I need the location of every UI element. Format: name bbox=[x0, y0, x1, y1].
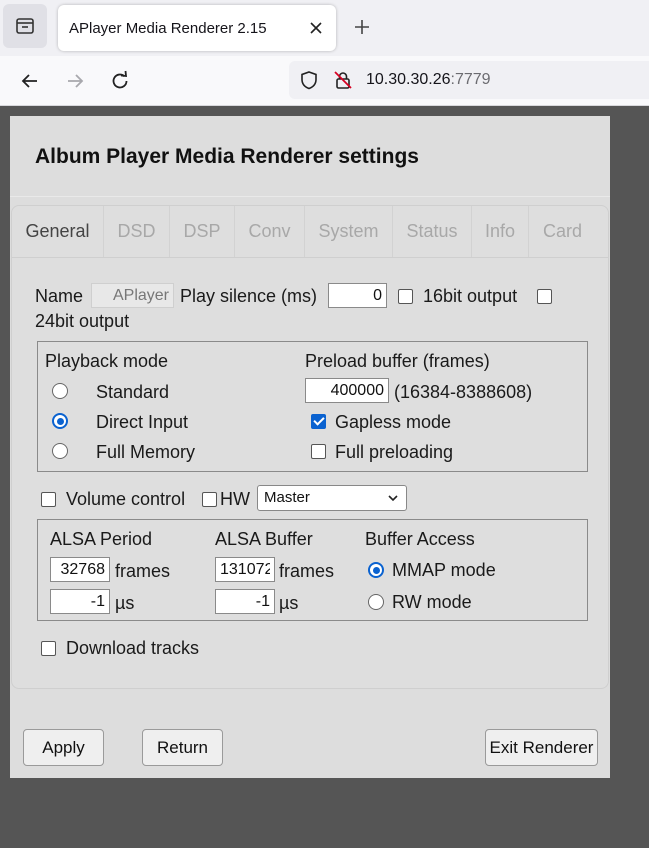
16bit-output-checkbox[interactable] bbox=[398, 289, 413, 304]
play-silence-label: Play silence (ms) bbox=[180, 286, 318, 306]
name-input[interactable] bbox=[91, 283, 174, 308]
tab-status-label: Status bbox=[406, 221, 458, 241]
alsa-period-frames-unit: frames bbox=[115, 561, 171, 581]
tab-general[interactable]: General bbox=[12, 206, 104, 257]
forward-arrow-icon[interactable] bbox=[61, 67, 89, 95]
tab-conv[interactable]: Conv bbox=[235, 206, 305, 257]
url-bar[interactable]: 10.30.30.26:7779 bbox=[289, 61, 649, 99]
alsa-buffer-frames-input[interactable] bbox=[215, 557, 275, 582]
preload-buffer-label: Preload buffer (frames) bbox=[305, 351, 490, 371]
playback-direct-input-radio[interactable] bbox=[52, 413, 68, 429]
tab-status[interactable]: Status bbox=[393, 206, 472, 257]
tab-system[interactable]: System bbox=[305, 206, 393, 257]
preload-range-hint: (16384-8388608) bbox=[394, 382, 533, 402]
new-tab-plus-icon[interactable] bbox=[348, 13, 376, 41]
full-preloading-checkbox[interactable] bbox=[311, 444, 326, 459]
alsa-period-frames-input[interactable] bbox=[50, 557, 110, 582]
url-port: :7779 bbox=[450, 71, 491, 88]
tab-dsp[interactable]: DSP bbox=[170, 206, 235, 257]
tab-system-label: System bbox=[318, 221, 379, 241]
alsa-period-us-input[interactable] bbox=[50, 589, 110, 614]
title-divider bbox=[10, 196, 610, 197]
alsa-period-us-unit: µs bbox=[115, 593, 135, 613]
download-tracks-label: Download tracks bbox=[66, 638, 200, 658]
playback-standard-label: Standard bbox=[96, 382, 170, 402]
browser-tab-bar: APlayer Media Renderer 2.15 bbox=[0, 0, 649, 56]
alsa-buffer-label: ALSA Buffer bbox=[215, 529, 313, 549]
hw-checkbox[interactable] bbox=[202, 492, 217, 507]
preload-buffer-input[interactable] bbox=[305, 378, 389, 403]
exit-renderer-button[interactable]: Exit Renderer bbox=[485, 729, 598, 766]
volume-control-checkbox[interactable] bbox=[41, 492, 56, 507]
rw-mode-label: RW mode bbox=[392, 592, 472, 612]
browser-tab-title: APlayer Media Renderer 2.15 bbox=[69, 20, 267, 37]
navigation-bar: 10.30.30.26:7779 bbox=[0, 56, 649, 106]
playback-full-memory-radio[interactable] bbox=[52, 443, 68, 459]
24bit-output-checkbox[interactable] bbox=[537, 289, 552, 304]
alsa-buffer-us-input[interactable] bbox=[215, 589, 275, 614]
buffer-access-label: Buffer Access bbox=[365, 529, 475, 549]
playback-standard-radio[interactable] bbox=[52, 383, 68, 399]
playback-full-memory-label: Full Memory bbox=[96, 442, 196, 462]
insecure-lock-icon[interactable] bbox=[333, 70, 353, 90]
playback-mode-label: Playback mode bbox=[45, 351, 169, 371]
dialog-title: Album Player Media Renderer settings bbox=[35, 145, 419, 168]
reload-icon[interactable] bbox=[106, 67, 134, 95]
tab-card[interactable]: Card bbox=[529, 206, 596, 257]
url-text: 10.30.30.26:7779 bbox=[366, 71, 491, 89]
settings-dialog: Album Player Media Renderer settings Gen… bbox=[10, 116, 610, 778]
gapless-mode-checkbox[interactable] bbox=[311, 414, 326, 429]
playback-direct-input-label: Direct Input bbox=[96, 412, 189, 432]
tab-info-label: Info bbox=[484, 221, 516, 241]
mmap-mode-radio[interactable] bbox=[368, 562, 384, 578]
tab-dsp-label: DSP bbox=[183, 221, 221, 241]
volume-control-label: Volume control bbox=[66, 489, 186, 509]
play-silence-input[interactable] bbox=[328, 283, 387, 308]
alsa-buffer-frames-unit: frames bbox=[279, 561, 335, 581]
settings-tabs: General DSD DSP Conv System Status Info … bbox=[12, 206, 608, 258]
name-label: Name bbox=[35, 286, 84, 306]
archive-icon bbox=[16, 18, 34, 34]
url-host: 10.30.30.26 bbox=[366, 71, 451, 88]
shield-icon[interactable] bbox=[299, 70, 319, 90]
browser-tab[interactable]: APlayer Media Renderer 2.15 bbox=[58, 5, 336, 51]
alsa-buffer-us-unit: µs bbox=[279, 593, 299, 613]
chevron-down-icon bbox=[388, 495, 398, 502]
apply-button[interactable]: Apply bbox=[23, 729, 104, 766]
gapless-mode-label: Gapless mode bbox=[335, 412, 452, 432]
tab-general-label: General bbox=[25, 221, 90, 241]
tab-dsd-label: DSD bbox=[117, 221, 156, 241]
tab-card-label: Card bbox=[542, 221, 582, 241]
mmap-mode-label: MMAP mode bbox=[392, 560, 496, 580]
mixer-select-value: Master bbox=[264, 489, 310, 506]
mixer-select[interactable]: Master bbox=[257, 485, 407, 511]
close-tab-icon[interactable] bbox=[304, 16, 328, 40]
full-preloading-label: Full preloading bbox=[335, 442, 454, 462]
24bit-output-label: 24bit output bbox=[35, 311, 130, 331]
tab-overview-button[interactable] bbox=[3, 4, 47, 48]
return-button[interactable]: Return bbox=[142, 729, 223, 766]
alsa-period-label: ALSA Period bbox=[50, 529, 153, 549]
settings-panel: General DSD DSP Conv System Status Info … bbox=[11, 205, 609, 689]
16bit-output-label: 16bit output bbox=[423, 286, 518, 306]
hw-label: HW bbox=[220, 489, 250, 509]
tab-dsd[interactable]: DSD bbox=[104, 206, 170, 257]
download-tracks-checkbox[interactable] bbox=[41, 641, 56, 656]
rw-mode-radio[interactable] bbox=[368, 594, 384, 610]
tab-conv-label: Conv bbox=[248, 221, 291, 241]
back-arrow-icon[interactable] bbox=[16, 67, 44, 95]
tab-info[interactable]: Info bbox=[472, 206, 529, 257]
